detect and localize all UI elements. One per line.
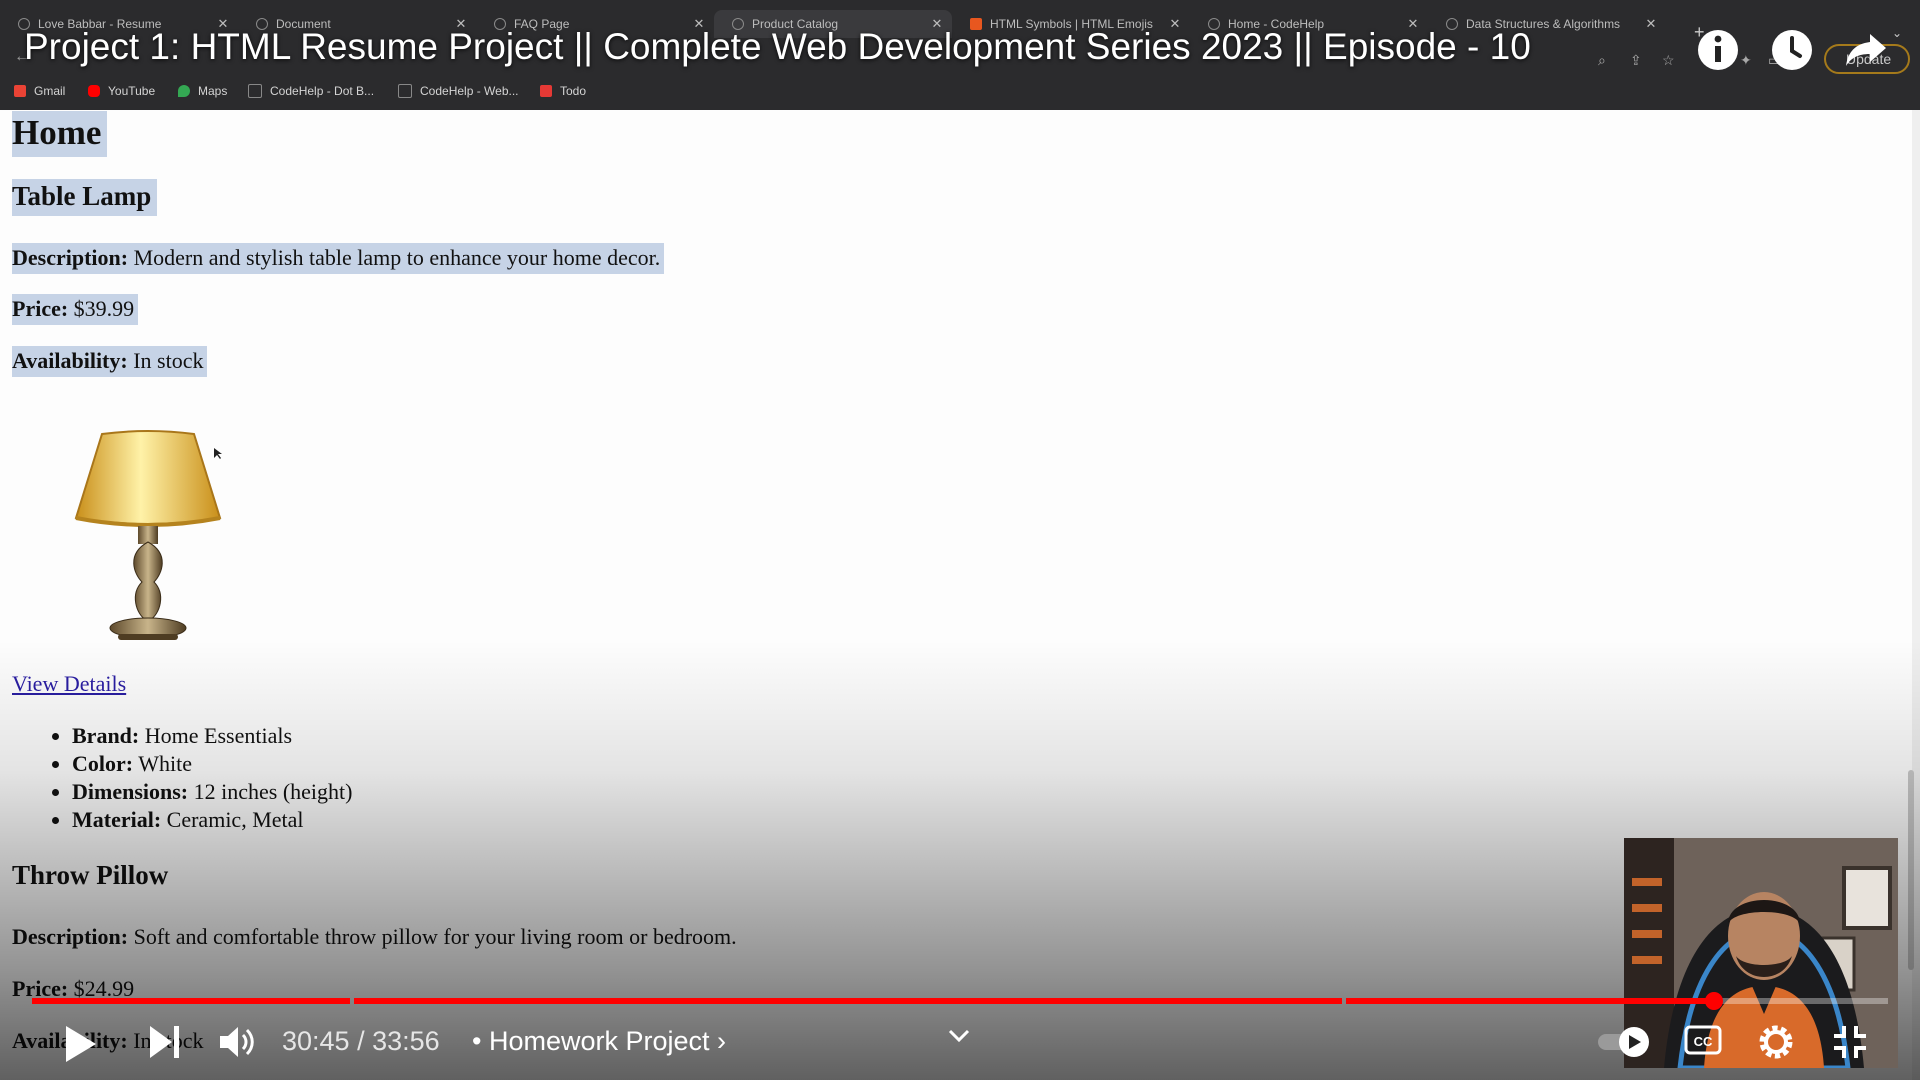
svg-text:CC: CC [1694,1034,1713,1049]
bookmark-gmail[interactable]: Gmail [14,84,65,98]
played-fill [354,998,1342,1004]
product-specs-list: Brand: Home Essentials Color: White Dime… [54,722,352,834]
chapter-segment[interactable] [354,998,1342,1004]
bookmark-todo[interactable]: Todo [540,84,586,98]
tab-search-icon[interactable]: ⌄ [1892,26,1902,40]
bookmark-youtube[interactable]: YouTube [88,84,155,98]
product-description: Description: Soft and comfortable throw … [12,924,737,949]
played-fill [32,998,350,1004]
product-availability: Availability: In stock [12,346,208,377]
mouse-cursor-icon [214,448,222,459]
video-title[interactable]: Project 1: HTML Resume Project || Comple… [24,26,1531,68]
spec-color: Color: White [72,750,352,778]
share-page-icon[interactable]: ⇪ [1630,52,1642,69]
scrubber-handle[interactable] [1704,992,1723,1010]
spec-material: Material: Ceramic, Metal [72,806,352,834]
chevron-right-icon: › [717,1026,727,1056]
chapter-segment[interactable] [1346,998,1888,1004]
bookmark-maps[interactable]: Maps [178,84,227,98]
page-heading: Home [12,111,108,157]
volume-icon[interactable] [218,1024,256,1060]
video-progress-bar[interactable] [32,992,1888,1010]
bookmark-codehelp-dotb[interactable]: CodeHelp - Dot B... [248,84,374,98]
zoom-icon[interactable]: ⌕ [1598,52,1606,69]
next-icon[interactable] [148,1024,182,1060]
settings-gear-icon[interactable] [1758,1024,1794,1060]
view-details-link[interactable]: View Details [12,671,126,697]
todo-icon [540,85,552,97]
bookmark-codehelp-web[interactable]: CodeHelp - Web... [398,84,519,98]
exit-fullscreen-icon[interactable] [1832,1024,1868,1060]
codehelp-icon [398,84,412,98]
chevron-down-icon[interactable] [948,1028,970,1044]
video-controls: 30:45 / 33:56 • Homework Project › CC [0,1018,1920,1070]
info-icon[interactable] [1694,26,1742,74]
bookmarks-bar: Gmail YouTube Maps CodeHelp - Dot B... C… [0,84,1920,104]
table-lamp-image [74,430,222,640]
bookmark-star-icon[interactable]: ☆ [1662,52,1675,69]
share-icon[interactable] [1842,26,1890,74]
captions-icon[interactable]: CC [1684,1024,1722,1056]
youtube-icon [88,85,100,97]
watch-later-icon[interactable] [1768,26,1816,74]
chapter-segment[interactable] [32,998,350,1004]
chapter-title[interactable]: • Homework Project › [472,1026,726,1057]
product-description: Description: Modern and stylish table la… [12,243,665,274]
codehelp-icon [248,84,262,98]
play-icon[interactable] [62,1024,98,1064]
spec-dimensions: Dimensions: 12 inches (height) [72,778,352,806]
product-title: Throw Pillow [12,860,169,890]
product-price: Price: $39.99 [12,294,139,325]
page-scrollbar-thumb[interactable] [1908,770,1914,970]
time-display: 30:45 / 33:56 [282,1026,440,1056]
played-fill [1346,998,1714,1004]
product-title: Table Lamp [12,179,158,216]
autoplay-toggle-icon[interactable] [1596,1024,1652,1060]
maps-icon [178,85,190,97]
spec-brand: Brand: Home Essentials [72,722,352,750]
gmail-icon [14,85,26,97]
close-tab-icon[interactable]: ✕ [1642,16,1660,32]
